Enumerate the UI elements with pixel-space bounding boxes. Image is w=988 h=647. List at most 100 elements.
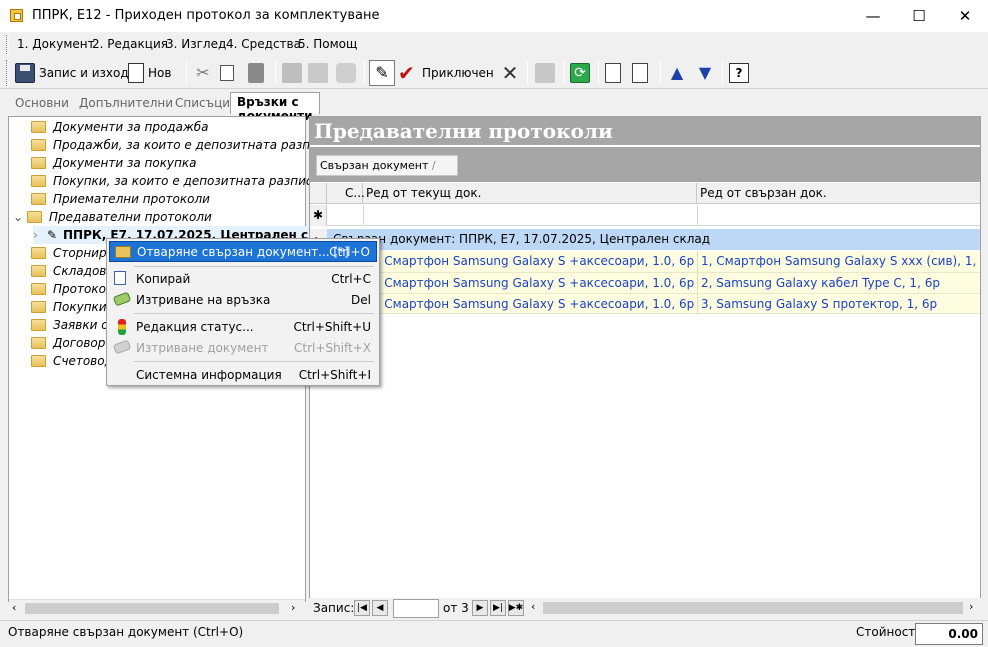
menu-item-shortcut: Ctrl+Shift+X xyxy=(294,340,371,355)
tab-main[interactable]: Основни xyxy=(8,93,76,113)
printer-icon xyxy=(282,63,302,83)
scroll-right-icon[interactable]: › xyxy=(291,601,295,614)
menu-item-delete-link[interactable]: Изтриване на връзка Del xyxy=(109,289,377,310)
preview-button[interactable] xyxy=(308,60,328,86)
folder-icon xyxy=(31,139,46,151)
tree-item-sales-docs[interactable]: Документи за продажба xyxy=(31,118,209,136)
scroll-left-icon[interactable]: ‹ xyxy=(531,600,535,613)
paste-button[interactable] xyxy=(248,60,264,86)
scroll-left-icon[interactable]: ‹ xyxy=(12,601,16,614)
menu-edit[interactable]: 2. Редакция xyxy=(92,37,168,51)
tree-label: Договори xyxy=(53,336,114,350)
copy-icon xyxy=(114,271,126,285)
record-number-input[interactable] xyxy=(393,599,439,618)
tree-label: Документи за продажба xyxy=(53,120,209,134)
floppy-icon xyxy=(15,63,35,83)
new-button[interactable]: Нов xyxy=(128,60,171,86)
document-button[interactable] xyxy=(632,60,648,86)
prev-record-button[interactable]: ◀ xyxy=(372,600,388,616)
menu-tools[interactable]: 4. Средства xyxy=(226,37,301,51)
menu-item-copy[interactable]: Копирай Ctrl+C xyxy=(109,268,377,289)
refresh-button[interactable]: ⟳ xyxy=(570,60,590,86)
table-row[interactable]: 1, Смартфон Samsung Galaxy S +аксесоари,… xyxy=(310,272,980,294)
tree-item-acceptance[interactable]: Приемателни протоколи xyxy=(31,190,210,208)
table-row[interactable]: 1, Смартфон Samsung Galaxy S +аксесоари,… xyxy=(310,251,980,272)
folder-icon xyxy=(31,265,46,277)
tree-item-purchase-deposit[interactable]: Покупки, за които е депозитната разписка xyxy=(31,172,327,190)
col-header-s[interactable]: С... xyxy=(327,183,365,204)
save-exit-button[interactable]: Запис и изход xyxy=(15,60,129,86)
list-icon xyxy=(535,63,555,83)
group-chip-linked-doc[interactable]: Свързан документ / xyxy=(316,155,458,176)
tree-label: Покупки, за които е депозитната разписка xyxy=(53,174,328,188)
minimize-button[interactable]: — xyxy=(850,0,896,32)
close-button[interactable]: ✕ xyxy=(942,0,988,32)
tab-lists[interactable]: Списъци xyxy=(168,93,237,113)
tree-item-contracts[interactable]: Договори xyxy=(31,334,113,352)
arrow-down-icon: ▼ xyxy=(698,63,712,82)
menu-item-edit-status[interactable]: Редакция статус... Ctrl+Shift+U xyxy=(109,316,377,337)
col-header-current-row[interactable]: Ред от текущ док. xyxy=(363,183,697,204)
cancel-button[interactable]: ✕ xyxy=(500,60,520,86)
maximize-button[interactable]: ☐ xyxy=(896,0,942,32)
copy-button[interactable] xyxy=(220,60,234,86)
tree-item-requests[interactable]: Заявки от xyxy=(31,316,116,334)
group-row[interactable]: ▸ Свързан документ: ППРК, E7, 17.07.2025… xyxy=(310,229,980,250)
new-row[interactable]: ✱ xyxy=(310,205,980,226)
folder-icon xyxy=(31,337,46,349)
tree-item-sales-deposit[interactable]: Продажби, за които е депозитната разписк… xyxy=(31,136,339,154)
help-button[interactable]: ? xyxy=(729,60,749,86)
menu-item-delete-document[interactable]: Изтриване документ Ctrl+Shift+X xyxy=(109,337,377,358)
next-record-button[interactable]: ▶ xyxy=(472,600,488,616)
help-icon: ? xyxy=(729,63,749,83)
tree-item-purchase-docs[interactable]: Документи за покупка xyxy=(31,154,196,172)
print-button[interactable] xyxy=(282,60,302,86)
list-button[interactable] xyxy=(535,60,555,86)
tree-label: Приемателни протоколи xyxy=(53,192,210,206)
paste-icon xyxy=(248,63,264,83)
app-icon xyxy=(10,9,23,22)
menu-document[interactable]: 1. Документ xyxy=(17,37,95,51)
col-header-linked-row[interactable]: Ред от свързан док. xyxy=(697,183,980,204)
cut-button[interactable]: ✂ xyxy=(193,60,213,86)
document-edit-icon: ✎ xyxy=(47,228,58,242)
x-icon: ✕ xyxy=(501,61,519,85)
folder-icon xyxy=(31,319,46,331)
new-record-button[interactable]: ▶✱ xyxy=(508,600,524,616)
menu-grip xyxy=(6,35,9,54)
grid-scroll-thumb[interactable] xyxy=(543,602,963,614)
move-down-button[interactable]: ▼ xyxy=(695,60,715,86)
menu-help[interactable]: 5. Помощ xyxy=(298,37,357,51)
last-record-button[interactable]: ▶| xyxy=(490,600,506,616)
checkmark-icon: ✔ xyxy=(398,61,415,85)
menu-item-label: Изтриване на връзка xyxy=(136,292,271,307)
chevron-right-icon[interactable]: › xyxy=(33,228,47,242)
move-up-button[interactable]: ▲ xyxy=(667,60,687,86)
print-preview-icon xyxy=(308,63,328,83)
scroll-thumb[interactable] xyxy=(25,603,279,614)
sort-icon: / xyxy=(431,159,436,172)
menu-item-open-linked[interactable]: Отваряне свързан документ... [*] Ctrl+O xyxy=(109,241,377,262)
tree-hscrollbar[interactable]: ‹ › xyxy=(9,599,305,616)
chevron-down-icon[interactable]: ⌄ xyxy=(13,210,27,224)
menu-item-system-info[interactable]: Системна информация Ctrl+Shift+I xyxy=(109,364,377,385)
first-record-button[interactable]: |◀ xyxy=(354,600,370,616)
folder-icon xyxy=(31,193,46,205)
menu-item-shortcut: Ctrl+Shift+U xyxy=(293,319,371,334)
new-linked-button[interactable] xyxy=(605,60,621,86)
attach-button[interactable] xyxy=(336,60,356,86)
tree-item-transfer[interactable]: ⌄ Предавателни протоколи xyxy=(13,208,212,226)
title-bar: ППРК, E12 - Приходен протокол за комплек… xyxy=(0,0,988,32)
folder-icon xyxy=(31,355,46,367)
tab-document-links[interactable]: Връзки с документи xyxy=(230,92,320,123)
table-row[interactable]: 1, Смартфон Samsung Galaxy S +аксесоари,… xyxy=(310,293,980,315)
cell-current-row: 1, Смартфон Samsung Galaxy S +аксесоари,… xyxy=(369,276,694,290)
menu-item-shortcut: Ctrl+C xyxy=(331,271,371,286)
menu-view[interactable]: 3. Изглед xyxy=(166,37,226,51)
menu-item-label: Изтриване документ xyxy=(136,340,269,355)
edit-mode-button[interactable]: ✎ xyxy=(369,60,395,86)
scroll-right-icon[interactable]: › xyxy=(969,600,973,613)
finish-button[interactable]: ✔ Приключен xyxy=(398,60,494,86)
tab-additional[interactable]: Допълнителни xyxy=(72,93,180,113)
finish-label: Приключен xyxy=(422,66,494,80)
